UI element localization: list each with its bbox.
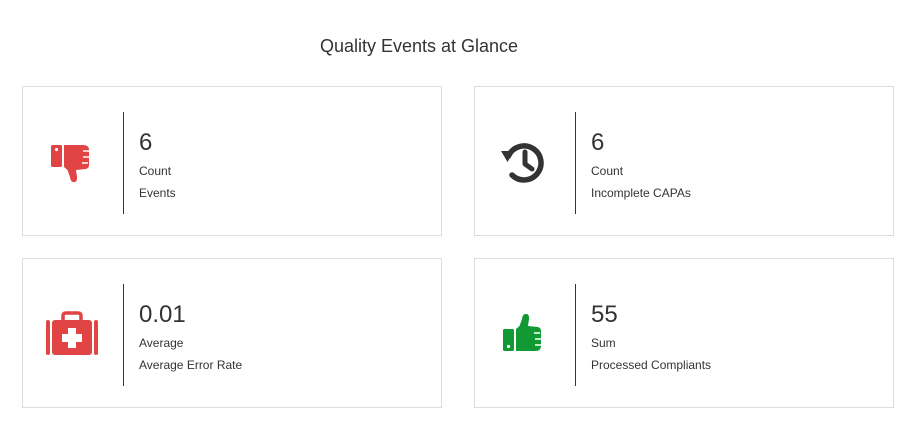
kpi-aggregate: Average xyxy=(139,336,184,350)
kpi-label: Processed Compliants xyxy=(591,358,712,372)
kpi-label: Incomplete CAPAs xyxy=(591,186,691,200)
kpi-aggregate: Sum xyxy=(591,336,616,350)
card-divider xyxy=(575,112,576,214)
kpi-value: 6 xyxy=(591,129,605,156)
kpi-card-processed-compliants[interactable]: 55 Sum Processed Compliants xyxy=(474,258,894,408)
kpi-label: Events xyxy=(139,186,176,200)
kpi-aggregate: Count xyxy=(139,164,172,178)
kpi-aggregate: Count xyxy=(591,164,624,178)
kpi-label: Average Error Rate xyxy=(139,358,243,372)
kpi-value: 6 xyxy=(139,129,153,156)
kpi-value: 55 xyxy=(591,301,618,328)
kpi-card-average-error-rate[interactable]: 0.01 Average Average Error Rate xyxy=(22,258,442,408)
card-divider xyxy=(123,112,124,214)
card-divider xyxy=(575,284,576,386)
history-icon xyxy=(497,137,551,187)
kpi-card-events[interactable]: 6 Count Events xyxy=(22,86,442,236)
first-aid-kit-icon xyxy=(45,309,99,359)
kpi-card-incomplete-capas[interactable]: 6 Count Incomplete CAPAs xyxy=(474,86,894,236)
kpi-value: 0.01 xyxy=(139,301,186,328)
thumbs-up-icon xyxy=(497,309,551,359)
page-title: Quality Events at Glance xyxy=(319,36,519,56)
card-divider xyxy=(123,284,124,386)
thumbs-down-icon xyxy=(45,137,99,187)
